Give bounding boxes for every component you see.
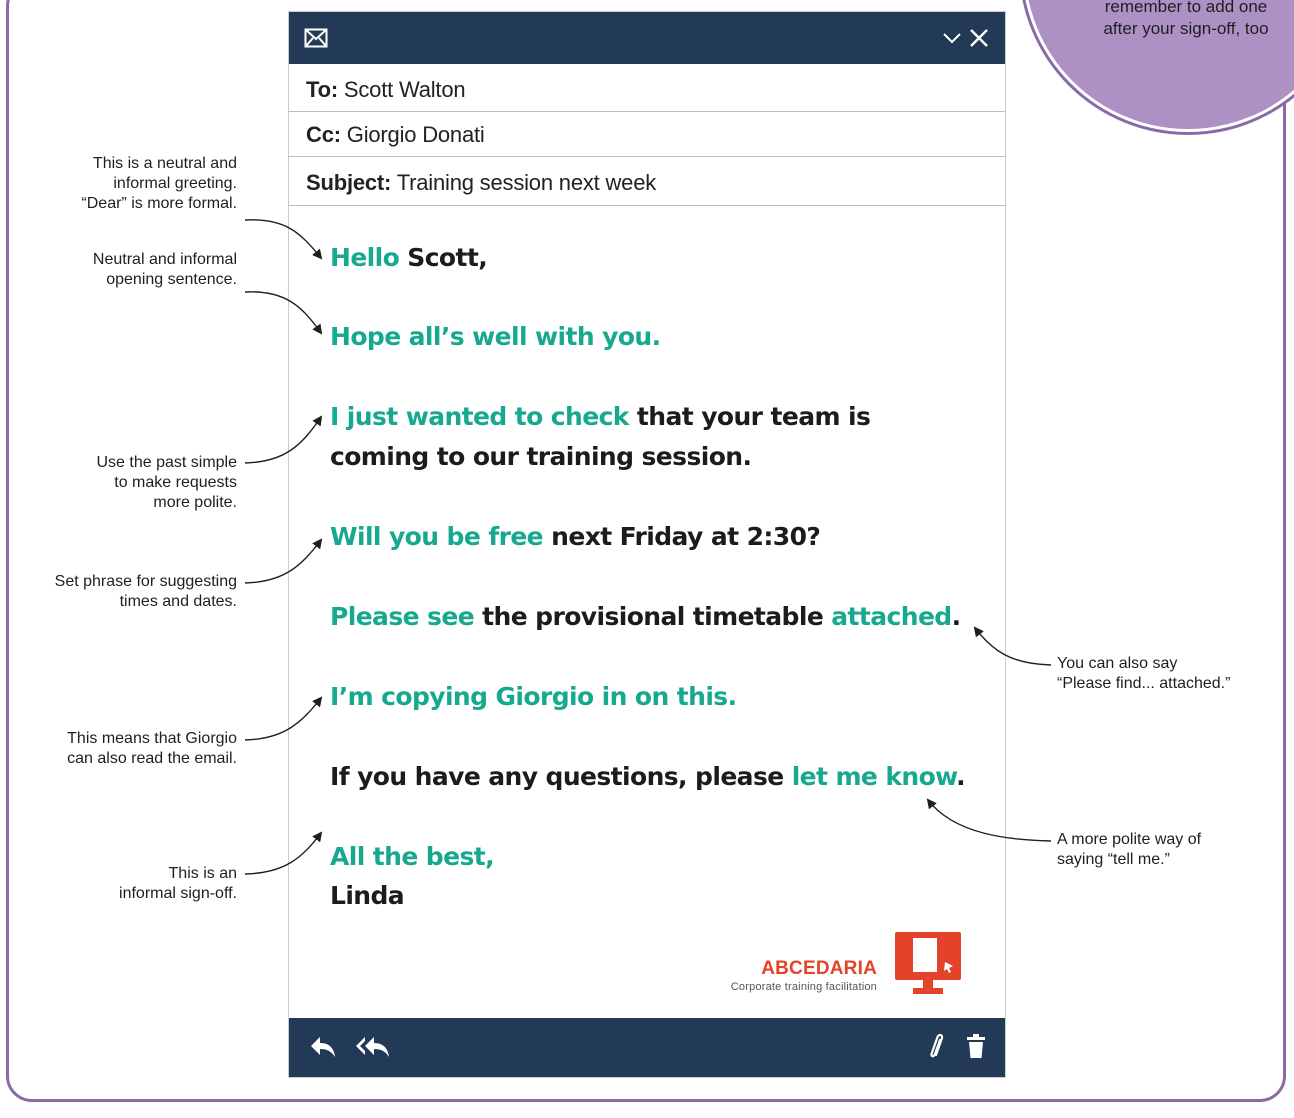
arrow-greeting: [244, 219, 323, 260]
arrow-set-phrase: [244, 538, 323, 584]
arrow-signoff: [244, 831, 323, 875]
arrow-attached: [973, 626, 1052, 666]
arrow-past-simple: [244, 415, 323, 464]
annotation-arrows: [244, 219, 1052, 875]
arrow-let-me-know: [926, 798, 1052, 842]
arrow-copying: [244, 696, 323, 741]
arrow-opening: [244, 291, 323, 335]
